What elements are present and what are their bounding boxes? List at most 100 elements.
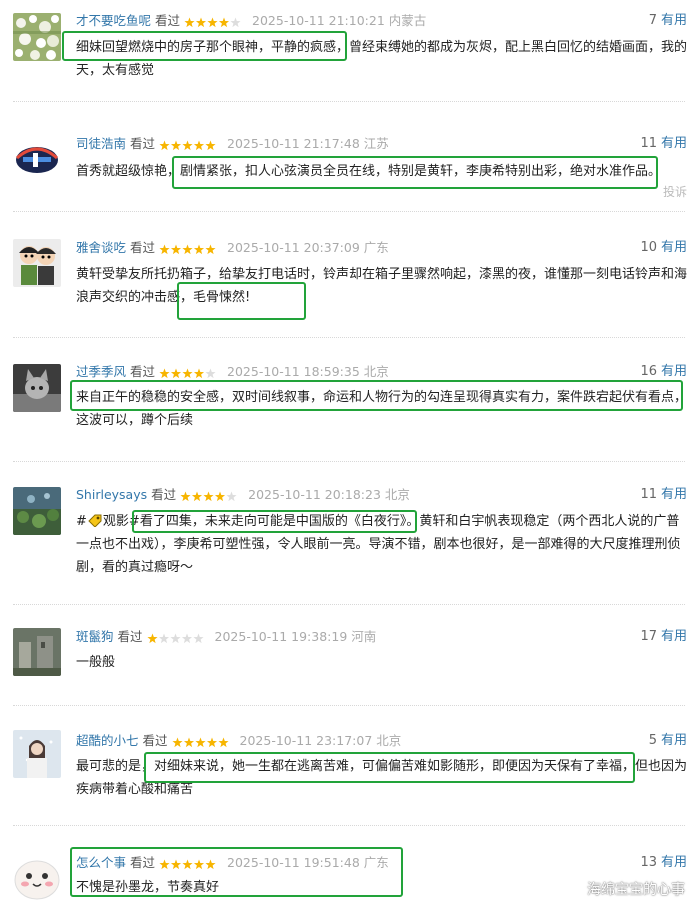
vote-count: 16 (640, 364, 657, 379)
comment-time: 2025-10-11 21:10:21 (252, 13, 385, 28)
useful-button[interactable]: 有用 (661, 364, 687, 379)
vote-area: 13 有用 (640, 854, 687, 872)
star-icon (159, 140, 170, 151)
useful-button[interactable]: 有用 (661, 629, 687, 644)
watch-status: 看过 (130, 364, 156, 379)
star-icon (181, 633, 192, 644)
watch-status: 看过 (130, 240, 156, 255)
divider (13, 337, 685, 338)
star-icon (205, 140, 216, 151)
star-icon (159, 859, 170, 870)
hash-prefix: # (76, 514, 87, 529)
comment-text: 首秀就超级惊艳，剧情紧张，扣人心弦演员全员在线，特别是黄轩，李庚希特别出彩，绝对… (76, 164, 662, 179)
useful-button[interactable]: 有用 (661, 733, 687, 748)
username-link[interactable]: Shirleysays (76, 487, 147, 502)
star-icon (192, 491, 203, 502)
star-icon (205, 244, 216, 255)
star-icon (205, 368, 216, 379)
star-icon (170, 859, 182, 870)
comment-text: 最可悲的是，对细妹来说，她一生都在逃离苦难，可偏偏苦难如影随形，即便因为天保有了… (76, 759, 688, 797)
star-icon (180, 491, 191, 502)
report-link[interactable]: 投诉 (663, 183, 687, 200)
comment-body: 看了四集，未来走向可能是中国版的《白夜行》。黄轩和白宇帆表现稳定（两个西北人说的… (76, 514, 681, 575)
vote-area: 7 有用 (649, 12, 687, 30)
user-avatar[interactable] (13, 364, 61, 412)
comment-location: 北京 (376, 733, 402, 748)
comment-location: 广东 (363, 855, 389, 870)
vote-count: 7 (648, 13, 657, 28)
username-link[interactable]: 才不要吃鱼呢 (76, 13, 151, 28)
vote-area: 5 有用 (649, 732, 687, 750)
useful-button[interactable]: 有用 (661, 13, 687, 28)
star-icon (193, 140, 205, 151)
user-avatar[interactable] (13, 852, 61, 900)
useful-button[interactable]: 有用 (661, 487, 687, 502)
user-avatar[interactable] (13, 628, 61, 676)
divider (13, 461, 685, 462)
comment-text: 来自正午的稳稳的安全感，双时间线叙事，命运和人物行为的勾连呈现得真实有力，案件跌… (76, 390, 688, 428)
star-icon (182, 244, 193, 255)
username-link[interactable]: 超酷的小七 (76, 733, 139, 748)
comment-location: 江苏 (363, 136, 389, 151)
useful-button[interactable]: 有用 (661, 240, 687, 255)
watch-status: 看过 (130, 136, 156, 151)
vote-count: 17 (640, 629, 657, 644)
rating-stars (159, 244, 217, 255)
rating-stars (159, 859, 217, 870)
star-icon (217, 737, 229, 748)
user-avatar[interactable] (13, 13, 61, 61)
star-icon (193, 244, 205, 255)
user-avatar[interactable] (13, 730, 61, 778)
comment-meta: Shirleysays 看过 2025-10-11 20:18:23 北京 (76, 486, 410, 504)
divider (13, 211, 685, 212)
vote-area: 11 有用 (640, 135, 687, 153)
star-icon (218, 17, 230, 28)
comment-time: 2025-10-11 20:37:09 (227, 240, 360, 255)
vote-count: 5 (648, 733, 657, 748)
username-link[interactable]: 过季季风 (76, 364, 126, 379)
star-icon (203, 491, 214, 502)
star-icon (193, 368, 205, 379)
watch-status: 看过 (155, 13, 181, 28)
watch-status: 看过 (151, 487, 177, 502)
comment-time: 2025-10-11 18:59:35 (227, 364, 360, 379)
star-icon (146, 633, 158, 644)
star-icon (182, 140, 193, 151)
star-icon (169, 633, 181, 644)
vote-count: 10 (640, 240, 657, 255)
yellow-tag-icon (88, 512, 102, 528)
divider (13, 604, 685, 605)
vote-area: 10 有用 (640, 239, 687, 257)
username-link[interactable]: 雅舍谈吃 (76, 240, 126, 255)
user-avatar[interactable] (13, 136, 61, 184)
useful-button[interactable]: 有用 (661, 855, 687, 870)
username-link[interactable]: 司徒浩南 (76, 136, 126, 151)
comment-meta: 斑鬣狗 看过 2025-10-11 19:38:19 河南 (76, 628, 376, 646)
star-icon (184, 17, 195, 28)
star-icon (207, 17, 218, 28)
topic-tag[interactable]: 观影# (103, 514, 140, 529)
comment-text: # 观影#看了四集，未来走向可能是中国版的《白夜行》。黄轩和白宇帆表现稳定（两个西… (76, 510, 688, 579)
comment-location: 北京 (384, 487, 410, 502)
comment-time: 2025-10-11 21:17:48 (227, 136, 360, 151)
user-avatar[interactable] (13, 239, 61, 287)
star-icon (159, 368, 170, 379)
comment-meta: 才不要吃鱼呢 看过 2025-10-11 21:10:21 内蒙古 (76, 12, 426, 30)
star-icon (205, 859, 216, 870)
divider (13, 825, 685, 826)
star-icon (170, 140, 182, 151)
username-link[interactable]: 斑鬣狗 (76, 629, 114, 644)
rating-stars (171, 737, 230, 748)
rating-stars (159, 140, 217, 151)
star-icon (195, 17, 207, 28)
comment-meta: 怎么个事 看过 2025-10-11 19:51:48 广东 (76, 854, 389, 872)
star-icon (193, 859, 205, 870)
star-icon (215, 491, 226, 502)
useful-button[interactable]: 有用 (661, 136, 687, 151)
star-icon (226, 491, 237, 502)
star-icon (182, 368, 193, 379)
user-avatar[interactable] (13, 487, 61, 535)
star-icon (159, 244, 170, 255)
comment-time: 2025-10-11 20:18:23 (248, 487, 381, 502)
username-link[interactable]: 怎么个事 (76, 855, 126, 870)
